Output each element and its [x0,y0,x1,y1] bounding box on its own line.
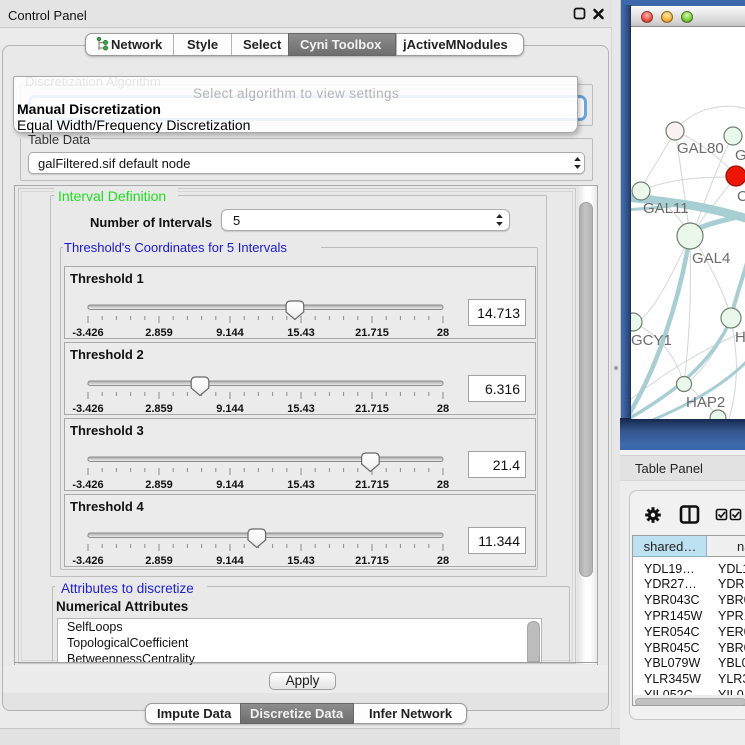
svg-text:H: H [735,329,745,346]
svg-text:C: C [737,188,745,205]
svg-text:28: 28 [437,327,449,339]
svg-text:2.859: 2.859 [145,403,173,415]
svg-text:G: G [735,147,745,164]
svg-text:-3.426: -3.426 [72,327,103,339]
svg-text:2.859: 2.859 [145,327,173,339]
svg-text:-3.426: -3.426 [72,555,103,567]
svg-text:-3.426: -3.426 [72,403,103,415]
svg-text:GCY1: GCY1 [631,332,672,349]
svg-text:2.859: 2.859 [145,479,173,491]
svg-text:21.715: 21.715 [355,403,389,415]
svg-text:21.715: 21.715 [355,479,389,491]
svg-text:9.144: 9.144 [216,327,244,339]
svg-text:9.144: 9.144 [216,479,244,491]
svg-text:GAL80: GAL80 [677,140,724,157]
svg-text:21.715: 21.715 [355,555,389,567]
svg-text:15.43: 15.43 [287,479,315,491]
svg-text:28: 28 [437,555,449,567]
svg-text:GAL4: GAL4 [692,250,730,267]
svg-text:2.859: 2.859 [145,555,173,567]
svg-text:9.144: 9.144 [216,403,244,415]
svg-text:28: 28 [437,479,449,491]
svg-text:9.144: 9.144 [216,555,244,567]
svg-text:28: 28 [437,403,449,415]
svg-text:15.43: 15.43 [287,403,315,415]
svg-text:-3.426: -3.426 [72,479,103,491]
svg-text:HAP2: HAP2 [686,394,725,411]
svg-text:15.43: 15.43 [287,327,315,339]
svg-text:21.715: 21.715 [355,327,389,339]
svg-text:GAL11: GAL11 [643,200,689,217]
svg-text:15.43: 15.43 [287,555,315,567]
